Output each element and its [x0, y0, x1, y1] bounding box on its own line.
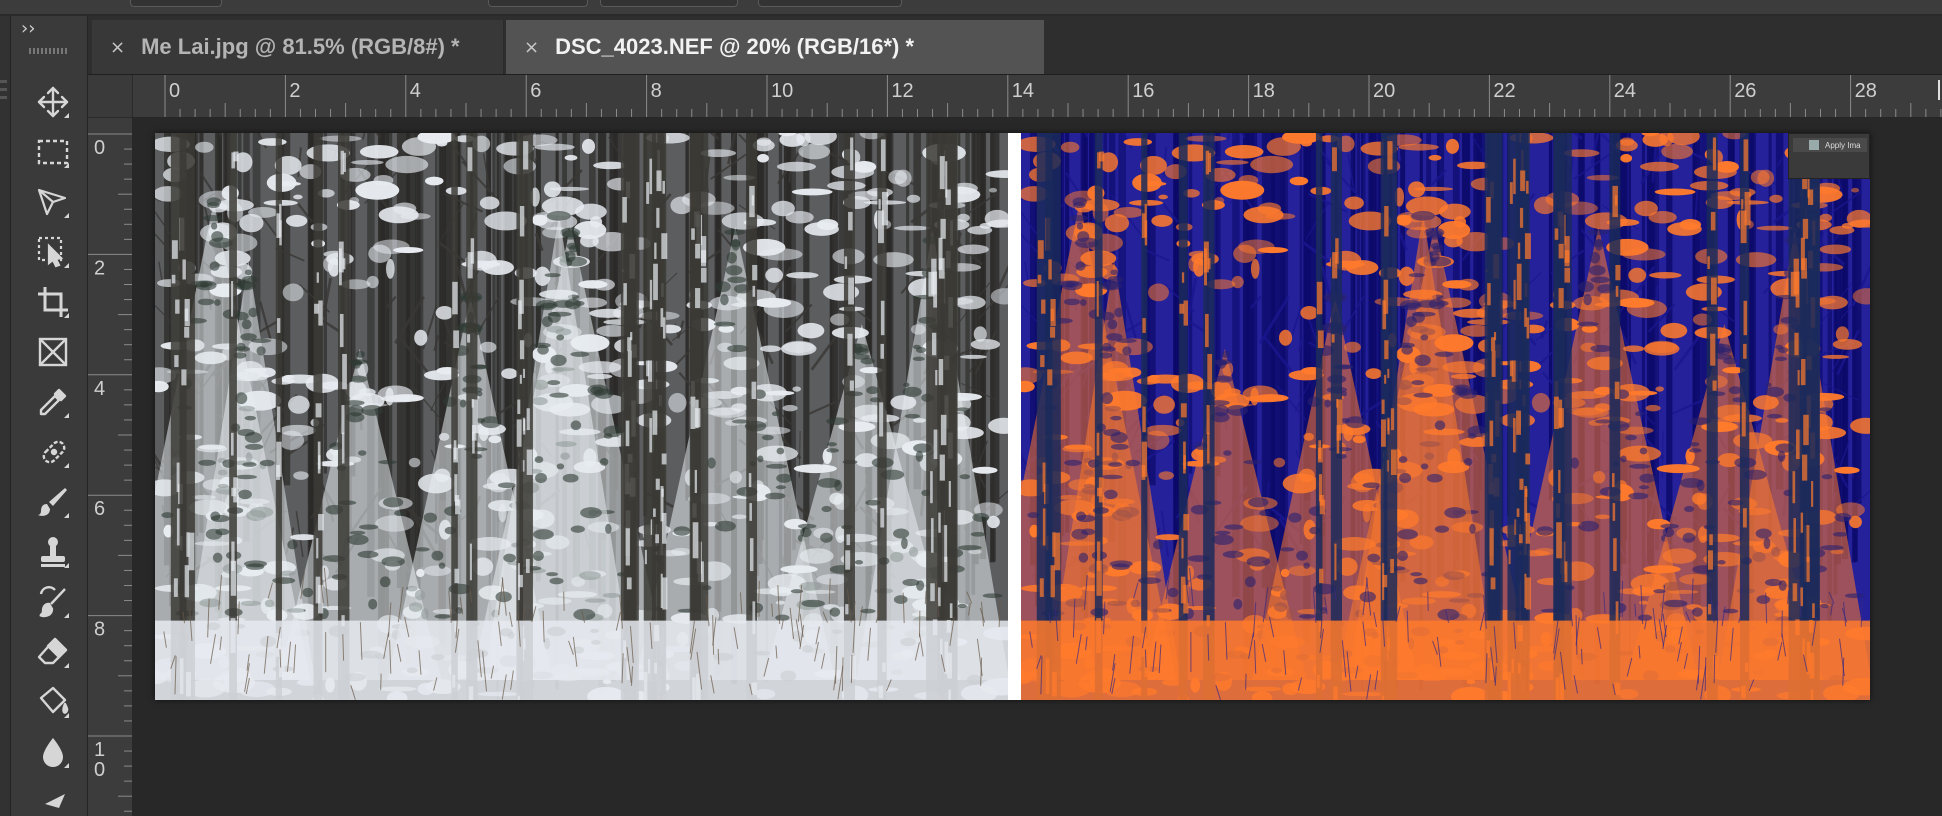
spot-healing-icon[interactable] — [31, 430, 75, 474]
ruler-label: 26 — [1734, 80, 1756, 102]
ruler-label: 0 — [169, 80, 180, 102]
blur-tool-icon[interactable] — [31, 730, 75, 774]
paint-bucket-icon[interactable] — [31, 680, 75, 724]
document-canvas[interactable]: Apply Ima — [133, 118, 1942, 816]
frame-tool-icon[interactable] — [31, 330, 75, 374]
rectangular-marquee-icon[interactable] — [31, 130, 75, 174]
document-image[interactable]: Apply Ima — [155, 133, 1870, 700]
lasso-tool-icon[interactable] — [31, 180, 75, 224]
ruler-label: 8 — [651, 80, 662, 102]
ruler-label: 2 — [94, 257, 105, 279]
embedded-panel-label: Apply Ima — [1825, 140, 1861, 150]
brush-tool-icon[interactable] — [31, 480, 75, 524]
options-control[interactable] — [600, 0, 738, 7]
options-control[interactable] — [488, 0, 588, 7]
ruler-label: 10 — [771, 80, 793, 102]
tab-label: DSC_4023.NEF @ 20% (RGB/16*) * — [555, 34, 915, 59]
embedded-panel-screenshot: Apply Ima — [1788, 133, 1870, 179]
pen-tool-icon[interactable] — [31, 780, 75, 816]
close-tab-icon[interactable]: × — [110, 37, 125, 58]
ruler-label: 8 — [94, 619, 105, 641]
options-control[interactable] — [130, 0, 222, 7]
ruler-label: 24 — [1614, 80, 1636, 102]
ruler-label: 0 — [94, 759, 105, 781]
photoshop-window: ›› × Me Lai.jpg @ 81.5% (RGB/8#) * × DSC… — [0, 0, 1942, 816]
document-tab-bar: × Me Lai.jpg @ 81.5% (RGB/8#) * × DSC_40… — [88, 16, 1942, 75]
left-panel-edge — [0, 16, 11, 816]
ruler-label: 6 — [94, 498, 105, 520]
clone-stamp-icon[interactable] — [31, 530, 75, 574]
ruler-origin[interactable] — [88, 75, 133, 118]
ruler-label: 4 — [410, 80, 421, 102]
ruler-label: 28 — [1855, 80, 1877, 102]
ruler-label: 22 — [1493, 80, 1515, 102]
tab-label: Me Lai.jpg @ 81.5% (RGB/8#) * — [141, 34, 460, 59]
panel-grip[interactable] — [29, 48, 69, 56]
text-cursor — [1938, 80, 1940, 100]
options-control[interactable] — [758, 0, 902, 7]
options-bar — [0, 0, 1942, 16]
ruler-label: 1 — [94, 739, 105, 761]
eraser-icon[interactable] — [31, 630, 75, 674]
history-brush-icon[interactable] — [31, 580, 75, 624]
document-icon — [1809, 140, 1819, 150]
ruler-label: 18 — [1253, 80, 1275, 102]
ruler-label: 2 — [289, 80, 300, 102]
ruler-label: 4 — [94, 378, 105, 400]
snowy-forest-photo — [155, 133, 1008, 700]
collapse-panel-icon[interactable]: ›› — [21, 18, 35, 39]
tools-panel: ›› — [11, 16, 88, 816]
ruler-label: 14 — [1012, 80, 1034, 102]
ruler-label: 16 — [1132, 80, 1154, 102]
close-tab-icon[interactable]: × — [524, 37, 539, 58]
eyedropper-icon[interactable] — [31, 380, 75, 424]
move-tool-icon[interactable] — [31, 80, 75, 124]
ruler-label: 20 — [1373, 80, 1395, 102]
horizontal-ruler[interactable]: 0 2 4 6 8 10 12 14 16 18 20 22 24 26 28 — [133, 75, 1942, 118]
vertical-ruler[interactable]: 0246810 — [88, 118, 133, 816]
crop-tool-icon[interactable] — [31, 280, 75, 324]
color-inverted-forest-photo: Apply Ima — [1021, 133, 1870, 700]
ruler-label: 6 — [530, 80, 541, 102]
document-tab[interactable]: × Me Lai.jpg @ 81.5% (RGB/8#) * — [92, 20, 504, 74]
ruler-label: 0 — [94, 137, 105, 159]
object-selection-icon[interactable] — [31, 230, 75, 274]
document-tab-active[interactable]: × DSC_4023.NEF @ 20% (RGB/16*) * — [506, 20, 1044, 74]
ruler-label: 12 — [891, 80, 913, 102]
